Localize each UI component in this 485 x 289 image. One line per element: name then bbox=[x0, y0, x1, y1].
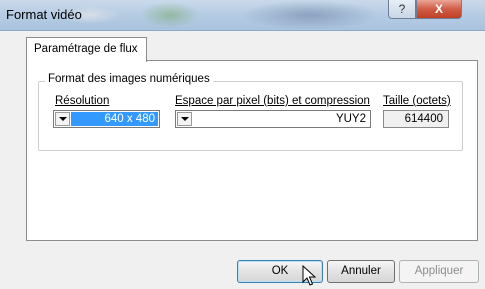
help-button[interactable]: ? bbox=[388, 0, 416, 19]
compression-label: Espace par pixel (bits) et compression bbox=[175, 95, 370, 107]
title-bar[interactable]: Format vidéo ? X bbox=[0, 0, 485, 31]
resolution-select[interactable]: 640 x 480 bbox=[53, 110, 160, 128]
background-blur bbox=[140, 2, 200, 28]
background-blur bbox=[240, 0, 380, 30]
resolution-value: 640 x 480 bbox=[104, 113, 155, 125]
size-label: Taille (octets) bbox=[383, 95, 451, 107]
chevron-down-icon[interactable] bbox=[55, 112, 70, 126]
help-icon: ? bbox=[398, 2, 406, 16]
compression-value: YUY2 bbox=[335, 113, 366, 125]
compression-select[interactable]: YUY2 bbox=[175, 110, 371, 128]
resolution-label: Résolution bbox=[55, 95, 110, 107]
close-button[interactable]: X bbox=[416, 0, 462, 19]
video-format-dialog: Format vidéo ? X Paramétrage de flux For… bbox=[0, 0, 485, 289]
size-value: 614400 bbox=[404, 113, 443, 125]
tab-stream-settings[interactable]: Paramétrage de flux bbox=[26, 37, 147, 62]
chevron-down-icon[interactable] bbox=[177, 112, 192, 126]
close-icon: X bbox=[434, 2, 443, 16]
size-field: 614400 bbox=[383, 110, 449, 128]
window-title: Format vidéo bbox=[6, 7, 82, 22]
group-title: Format des images numériques bbox=[45, 73, 213, 85]
mouse-pointer-icon bbox=[302, 265, 316, 286]
apply-button[interactable]: Appliquer bbox=[399, 260, 479, 283]
cancel-button[interactable]: Annuler bbox=[327, 260, 395, 283]
